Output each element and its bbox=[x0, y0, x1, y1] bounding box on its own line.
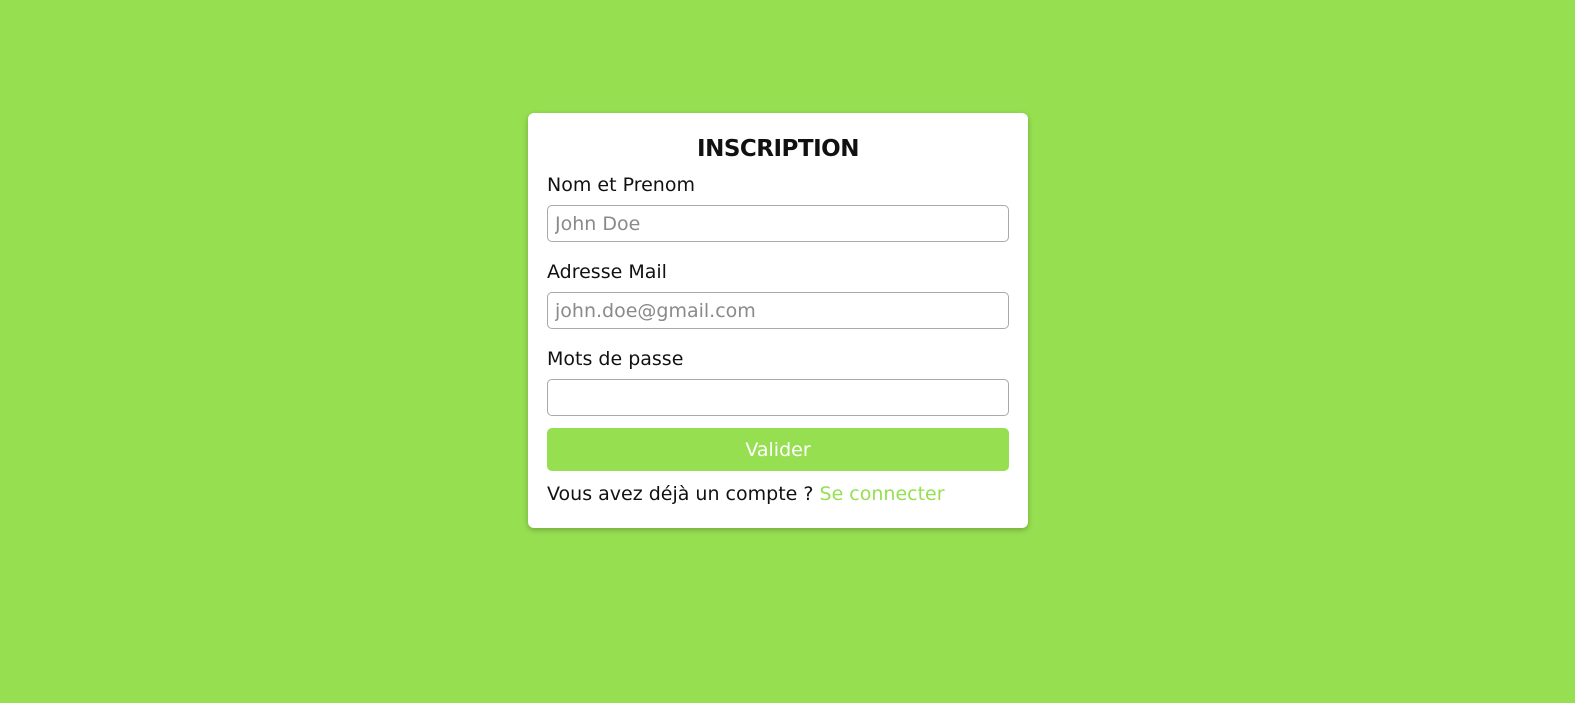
email-input[interactable] bbox=[547, 292, 1009, 329]
password-input[interactable] bbox=[547, 379, 1009, 416]
login-link[interactable]: Se connecter bbox=[820, 483, 945, 505]
name-input[interactable] bbox=[547, 205, 1009, 242]
signup-card: INSCRIPTION Nom et Prenom Adresse Mail M… bbox=[528, 113, 1028, 528]
submit-button[interactable]: Valider bbox=[547, 428, 1009, 471]
password-label: Mots de passe bbox=[547, 348, 684, 370]
email-label: Adresse Mail bbox=[547, 261, 667, 283]
login-prompt: Vous avez déjà un compte ? Se connecter bbox=[547, 482, 1009, 506]
name-label: Nom et Prenom bbox=[547, 174, 695, 196]
login-prompt-text: Vous avez déjà un compte ? bbox=[547, 483, 814, 505]
form-title: INSCRIPTION bbox=[697, 136, 859, 162]
